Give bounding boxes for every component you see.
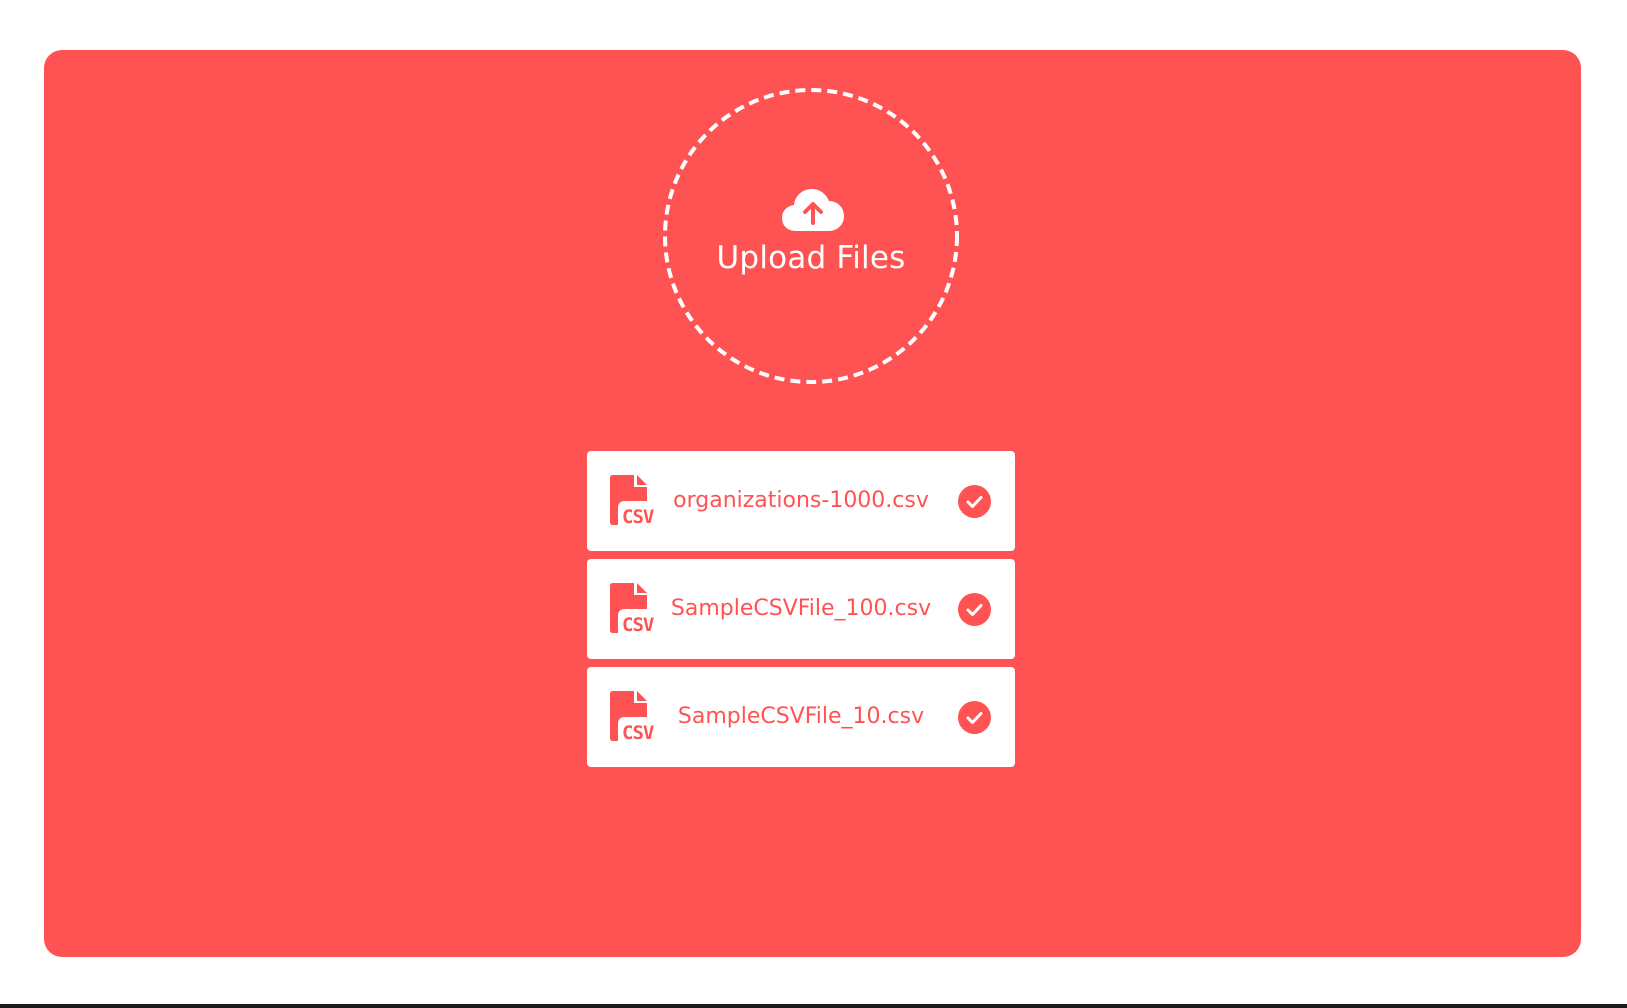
check-circle-icon [958,485,991,518]
file-item[interactable]: CSV SampleCSVFile_10.csv [587,667,1015,767]
check-circle-icon [958,593,991,626]
file-list: CSV organizations-1000.csv CSV SampleCSV… [587,451,1015,775]
file-name: SampleCSVFile_10.csv [677,704,925,729]
file-item[interactable]: CSV SampleCSVFile_100.csv [587,559,1015,659]
check-circle-icon [958,701,991,734]
upload-label: Upload Files [716,240,906,276]
dashed-ring [663,88,959,384]
csv-file-icon: CSV [610,475,655,527]
svg-text:CSV: CSV [622,614,654,635]
cloud-upload-icon [782,189,844,231]
svg-text:CSV: CSV [622,506,654,527]
bottom-divider [0,1004,1627,1008]
svg-text:CSV: CSV [622,722,654,743]
csv-file-icon: CSV [610,583,655,635]
upload-dropzone[interactable]: Upload Files [663,88,959,384]
file-name: organizations-1000.csv [673,488,929,513]
upload-panel: Upload Files CSV organizations-1000.csv … [44,50,1581,957]
file-item[interactable]: CSV organizations-1000.csv [587,451,1015,551]
file-name: SampleCSVFile_100.csv [670,596,932,621]
csv-file-icon: CSV [610,691,655,743]
